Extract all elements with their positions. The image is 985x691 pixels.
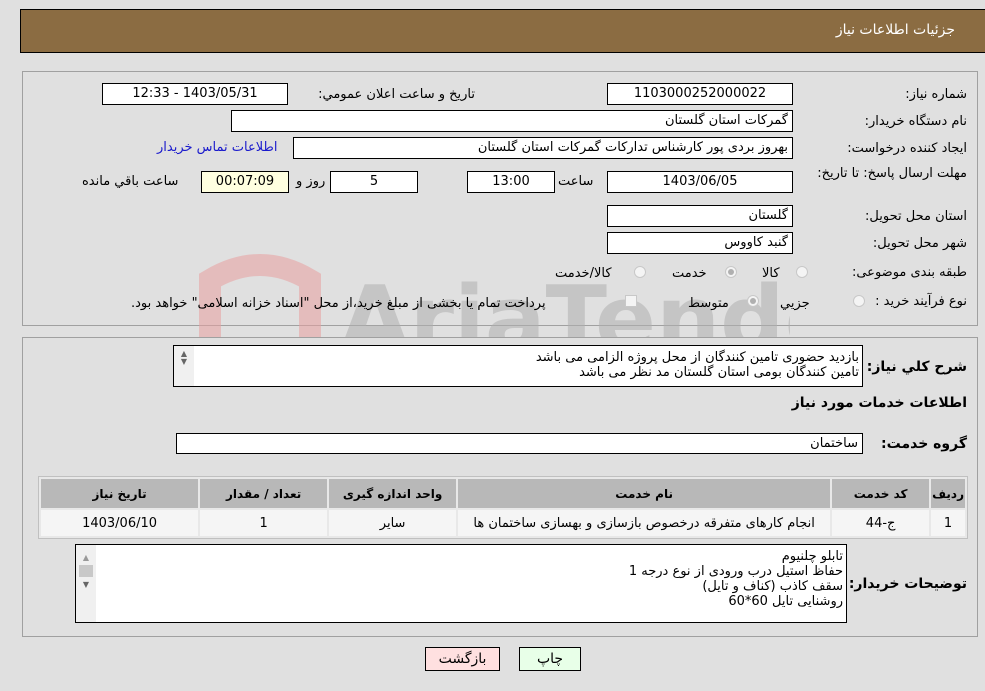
description-line: بازدید حضوری تامین کنندگان از محل پروژه … [535, 350, 859, 365]
days-label: روز و [296, 174, 326, 189]
col-header-service-name: نام خدمت [458, 479, 831, 508]
category-radio-goods[interactable] [796, 266, 808, 278]
buyer-notes-label: توضیحات خریدار: [848, 576, 967, 592]
back-button[interactable]: بازگشت [425, 647, 500, 671]
deadline-date-field: 1403/06/05 [607, 171, 793, 193]
remaining-time-field: 00:07:09 [201, 171, 289, 193]
treasury-checkbox[interactable] [625, 295, 637, 307]
description-label: شرح كلي نياز: [866, 359, 967, 375]
scroll-down-icon[interactable]: ▼ [76, 580, 96, 589]
service-group-field: ساختمان [176, 433, 863, 454]
description-line: تامین کنندگان بومی استان گلستان مد نظر م… [579, 365, 859, 380]
category-radio-service[interactable] [725, 266, 737, 278]
cell-unit: سایر [329, 510, 457, 536]
category-option-goods: کالا [762, 266, 780, 281]
description-textarea[interactable]: ▲ ▼ بازدید حضوری تامین کنندگان از محل پرو… [173, 345, 863, 387]
delivery-province-field: گلستان [607, 205, 793, 227]
cell-service-name: انجام کارهای متفرقه درخصوص بازسازی و بهس… [458, 510, 831, 536]
delivery-province-label: استان محل تحویل: [865, 209, 967, 224]
buyer-notes-line: تابلو چلنیوم [781, 549, 843, 564]
category-label: طبقه بندی موضوعی: [851, 265, 967, 280]
services-table: رديف کد خدمت نام خدمت واحد اندازه گیری ت… [38, 476, 968, 539]
col-header-need-date: تاریخ نیاز [41, 479, 199, 508]
buyer-notes-scrollbar[interactable]: ▲ ▼ [76, 545, 96, 622]
scroll-updown-icon[interactable]: ▲ ▼ [174, 350, 194, 366]
requester-field: بهروز بردی پور کارشناس تدارکات گمرکات اس… [293, 137, 793, 159]
category-option-service: خدمت [672, 266, 707, 281]
print-button[interactable]: چاپ [519, 647, 581, 671]
requester-label: ایجاد کننده درخواست: [847, 141, 967, 156]
process-option-minor: جزيي [780, 296, 810, 311]
process-option-medium: متوسط [688, 296, 729, 311]
deadline-time-label: ساعت [558, 174, 594, 189]
scroll-thumb[interactable] [79, 565, 93, 577]
description-scrollbar[interactable]: ▲ ▼ [174, 346, 194, 386]
category-option-goods-service: کالا/خدمت [555, 266, 612, 281]
need-number-field: 1103000252000022 [607, 83, 793, 105]
need-number-label: شماره نیاز: [905, 87, 967, 102]
col-header-row-number: رديف [931, 479, 965, 508]
announce-datetime-label: تاریخ و ساعت اعلان عمومي: [318, 87, 475, 102]
buyer-notes-line: حفاظ استیل درب ورودی از نوع درجه 1 [628, 564, 843, 579]
deadline-time-field: 13:00 [467, 171, 555, 193]
col-header-quantity: تعداد / مقدار [200, 479, 328, 508]
treasury-note: پرداخت تمام یا بخشی از مبلغ خرید،از محل … [131, 296, 546, 311]
table-header-row: رديف کد خدمت نام خدمت واحد اندازه گیری ت… [41, 479, 965, 508]
service-group-label: گروه خدمت: [881, 436, 967, 452]
delivery-city-field: گنبد کاووس [607, 232, 793, 254]
buyer-contact-link[interactable]: اطلاعات تماس خریدار [157, 140, 277, 155]
delivery-city-label: شهر محل تحویل: [872, 236, 967, 251]
buyer-notes-line: سقف کاذب (کناف و تایل) [702, 579, 843, 594]
col-header-unit: واحد اندازه گیری [329, 479, 457, 508]
scroll-up-icon[interactable]: ▲ [76, 553, 96, 562]
process-radio-medium[interactable] [747, 295, 759, 307]
deadline-label: مهلت ارسال پاسخ: تا تاریخ: [817, 166, 967, 181]
col-header-service-code: کد خدمت [832, 479, 930, 508]
cell-row-number: 1 [931, 510, 965, 536]
announce-datetime-field: 1403/05/31 - 12:33 [102, 83, 288, 105]
category-radio-goods-service[interactable] [634, 266, 646, 278]
buyer-notes-textarea[interactable]: ▲ ▼ تابلو چلنیوم حفاظ استیل درب ورودی از… [75, 544, 847, 623]
buyer-notes-line: روشنایی تایل 60*60 [728, 594, 843, 609]
page-title: جزئیات اطلاعات نیاز [835, 22, 955, 38]
process-type-label: نوع فرآیند خرید : [875, 294, 967, 309]
page-header: جزئیات اطلاعات نیاز [20, 9, 985, 53]
services-section-title: اطلاعات خدمات مورد نياز [791, 395, 967, 411]
remaining-time-label: ساعت باقي مانده [82, 174, 179, 189]
cell-need-date: 1403/06/10 [41, 510, 199, 536]
cell-service-code: ج-44 [832, 510, 930, 536]
table-row: 1 ج-44 انجام کارهای متفرقه درخصوص بازساز… [41, 510, 965, 536]
process-radio-minor[interactable] [853, 295, 865, 307]
cell-quantity: 1 [200, 510, 328, 536]
buyer-org-label: نام دستگاه خریدار: [864, 114, 967, 129]
remaining-days-field: 5 [330, 171, 418, 193]
buyer-org-field: گمرکات استان گلستان [231, 110, 793, 132]
